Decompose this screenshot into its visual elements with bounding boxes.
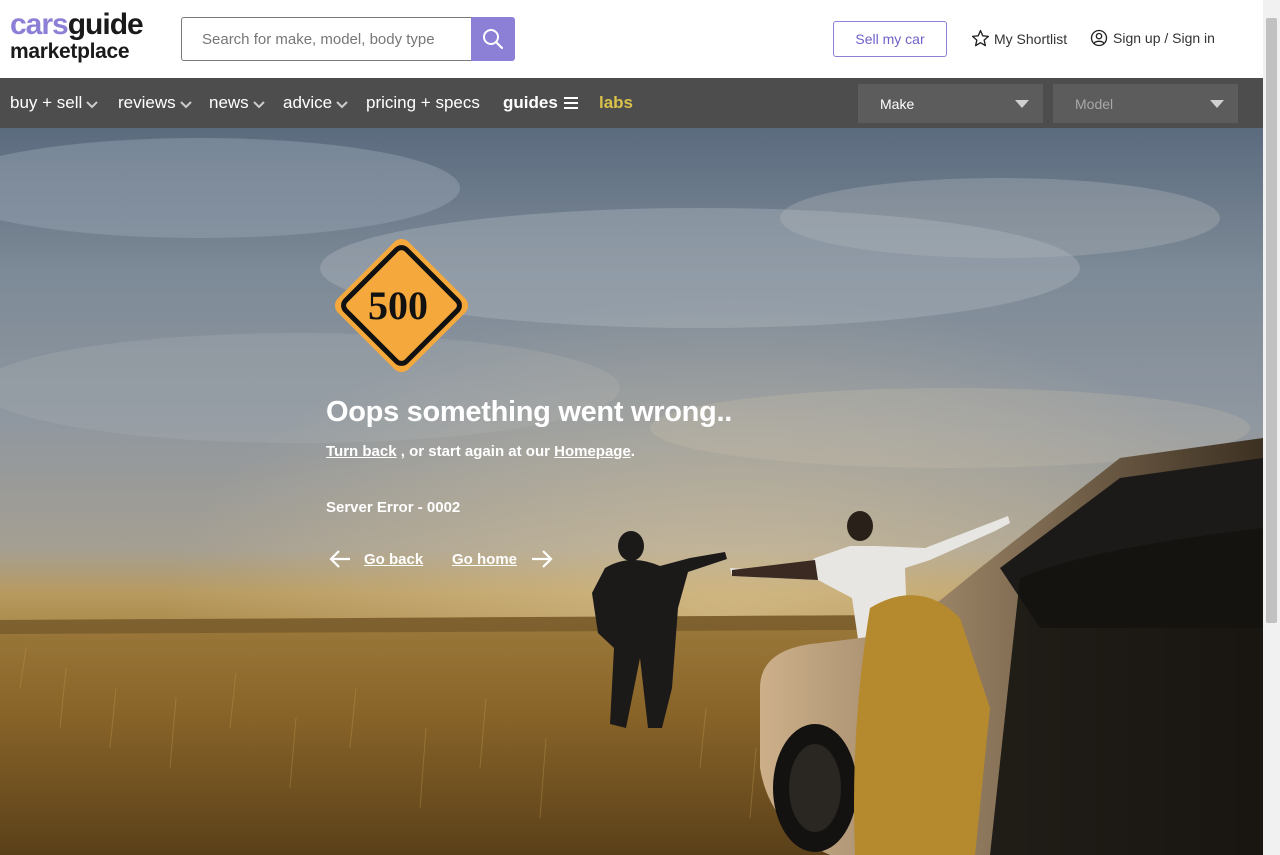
nav-advice[interactable]: advice xyxy=(283,78,348,128)
logo-cars-text: cars xyxy=(10,8,69,41)
go-home-label: Go home xyxy=(452,550,518,568)
nav-labs[interactable]: labs xyxy=(599,78,633,128)
search-icon xyxy=(483,29,504,50)
my-shortlist-label: My Shortlist xyxy=(994,30,1068,47)
make-select-label: Make xyxy=(880,95,915,112)
search-input[interactable] xyxy=(181,17,471,61)
error-title: Oops something went wrong.. xyxy=(326,396,732,428)
dropdown-arrow-icon xyxy=(1210,100,1224,108)
page-scrollbar[interactable] xyxy=(1263,0,1280,855)
error-sign-code: 500 xyxy=(368,283,428,328)
search-button[interactable] xyxy=(471,17,515,61)
chevron-down-icon xyxy=(252,100,265,108)
error-500-sign-icon: 500 xyxy=(334,238,469,373)
sell-my-car-button[interactable]: Sell my car xyxy=(833,21,947,57)
error-message-text: , or start again at our xyxy=(396,443,555,460)
carsguide-logo[interactable]: carsguide marketplace xyxy=(10,8,144,63)
search-bar xyxy=(181,17,515,61)
chevron-down-icon xyxy=(336,100,348,108)
nav-reviews-label: reviews xyxy=(118,93,176,112)
my-shortlist-link[interactable]: My Shortlist xyxy=(971,29,1067,48)
hero-background xyxy=(0,128,1263,855)
nav-news[interactable]: news xyxy=(209,78,265,128)
nav-pricing-specs[interactable]: pricing + specs xyxy=(366,78,480,128)
dropdown-arrow-icon xyxy=(1015,100,1029,108)
user-circle-icon xyxy=(1090,29,1108,47)
nav-news-label: news xyxy=(209,93,249,112)
nav-labs-label: labs xyxy=(599,93,634,112)
go-back-label: Go back xyxy=(364,550,424,568)
homepage-link[interactable]: Homepage xyxy=(554,443,631,460)
go-back-link[interactable]: Go back xyxy=(329,550,423,568)
nav-reviews[interactable]: reviews xyxy=(118,78,192,128)
error-message-end: . xyxy=(630,443,635,460)
server-error-code: Server Error - 0002 xyxy=(326,499,461,516)
logo-marketplace-text: marketplace xyxy=(10,40,130,63)
star-icon xyxy=(971,29,990,47)
arrow-left-icon xyxy=(329,550,350,568)
chevron-down-icon xyxy=(86,100,99,108)
error-message: Turn back , or start again at our Homepa… xyxy=(326,443,635,460)
nav-guides[interactable]: guides xyxy=(503,78,578,128)
scrollbar-thumb[interactable] xyxy=(1266,18,1277,623)
nav-buy-sell-label: buy + sell xyxy=(10,93,83,112)
menu-icon xyxy=(563,97,578,109)
site-header: carsguide marketplace Sell my car My Sho… xyxy=(0,0,1263,78)
hero-scene-image xyxy=(0,128,1263,855)
chevron-down-icon xyxy=(179,100,192,108)
sign-in-link[interactable]: Sign up / Sign in xyxy=(1090,29,1215,47)
nav-buy-sell[interactable]: buy + sell xyxy=(10,78,99,128)
nav-pricing-specs-label: pricing + specs xyxy=(366,93,480,112)
arrow-right-icon xyxy=(532,550,553,568)
turn-back-link[interactable]: Turn back xyxy=(326,443,397,460)
nav-guides-label: guides xyxy=(503,93,558,112)
model-select-label: Model xyxy=(1075,95,1114,112)
logo-guide-text: guide xyxy=(67,8,144,41)
sign-in-label: Sign up / Sign in xyxy=(1113,30,1215,46)
make-select[interactable]: Make xyxy=(858,84,1043,123)
go-home-link[interactable]: Go home xyxy=(452,550,553,568)
model-select[interactable]: Model xyxy=(1053,84,1238,123)
nav-advice-label: advice xyxy=(283,93,333,112)
